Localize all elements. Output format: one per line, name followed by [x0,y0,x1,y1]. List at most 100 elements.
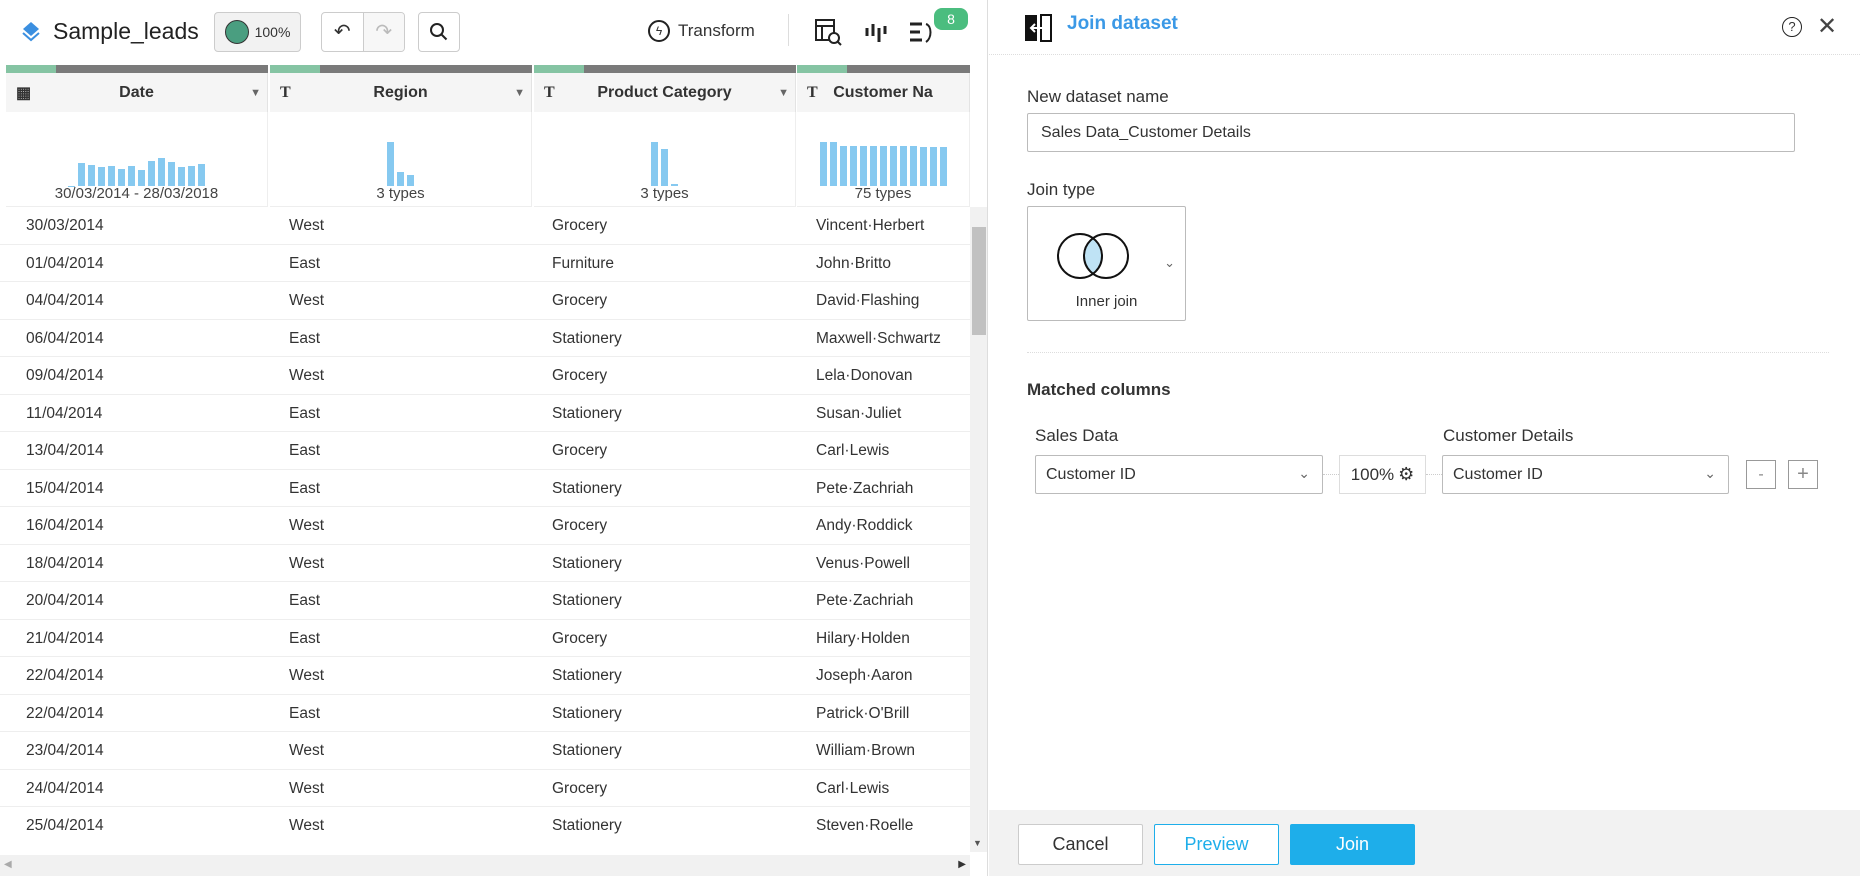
table-row[interactable]: 30/03/2014 West Grocery Vincent·Herbert [0,207,970,245]
histogram-bar[interactable] [158,158,165,186]
quality-value: 100% [254,24,291,40]
table-row[interactable]: 11/04/2014 East Stationery Susan·Juliet [0,395,970,432]
histogram-bar[interactable] [108,165,115,186]
histogram-bar[interactable] [651,142,658,186]
column-header[interactable]: ▦ Date ▼ [6,73,268,112]
histogram-bar[interactable] [148,161,155,186]
column-menu-arrow[interactable]: ▼ [250,87,261,99]
section-divider [1027,352,1829,353]
column-menu-arrow[interactable]: ▼ [778,87,789,99]
column-name: Region [373,83,428,101]
histogram-bar[interactable] [919,147,927,186]
redo-button[interactable]: ↷ [363,13,404,51]
scroll-left-arrow[interactable]: ◀ [4,859,12,870]
histogram-bar[interactable] [118,168,125,186]
scroll-right-arrow[interactable]: ▶ [958,859,966,870]
column-summary: 30/03/2014 - 28/03/2018 [54,185,219,202]
join-type-select[interactable]: ⌄ Inner join [1027,206,1186,321]
steps-count-badge: 8 [934,8,968,30]
undo-button[interactable]: ↶ [322,13,364,51]
horizontal-scrollbar[interactable]: ◀ ▶ [0,855,970,876]
preview-button[interactable]: Preview [1154,824,1279,865]
search-icon [430,23,448,41]
histogram-bar[interactable] [138,170,145,186]
table-cell: Hilary·Holden [816,629,910,647]
table-row[interactable]: 04/04/2014 West Grocery David·Flashing [0,282,970,320]
help-icon[interactable]: ? [1782,17,1802,37]
table-cell: 18/04/2014 [26,554,104,572]
table-cell: 09/04/2014 [26,367,104,384]
table-row[interactable]: 09/04/2014 West Grocery Lela·Donovan [0,357,970,395]
table-cell: Grocery [552,442,608,459]
table-row[interactable]: 22/04/2014 East Stationery Patrick·O'Brill [0,695,970,732]
search-button[interactable] [418,12,460,52]
table-row[interactable]: 23/04/2014 West Stationery William·Brown [0,732,970,770]
histogram-bar[interactable] [869,146,877,186]
histogram-bar[interactable] [78,163,85,186]
layers-icon [19,20,43,44]
table-cell: East [289,629,321,647]
table-row[interactable]: 01/04/2014 East Furniture John·Britto [0,245,970,282]
histogram-bar[interactable] [909,146,917,186]
chart-icon[interactable] [864,20,890,44]
histogram-bar[interactable] [899,146,907,186]
column-histogram: 30/03/2014 - 28/03/2018 [6,112,268,207]
table-cell: West [289,742,325,759]
histogram-bar[interactable] [98,166,105,186]
histogram-bar[interactable] [188,165,195,186]
table-row[interactable]: 16/04/2014 West Grocery Andy·Roddick [0,507,970,545]
table-row[interactable]: 20/04/2014 East Stationery Pete·Zachriah [0,582,970,620]
table-row[interactable]: 24/04/2014 West Grocery Carl·Lewis [0,770,970,807]
left-column-select[interactable]: Customer ID ⌄ [1035,455,1323,494]
right-column-select[interactable]: Customer ID ⌄ [1442,455,1729,494]
histogram-bar[interactable] [859,145,867,186]
scroll-down-arrow[interactable]: ▼ [973,838,982,848]
histogram-bar[interactable] [178,166,185,186]
column-summary: 3 types [640,185,689,202]
vertical-scrollbar[interactable]: ▼ [970,207,987,852]
left-dataset-label: Sales Data [1035,426,1119,445]
histogram-bar[interactable] [849,145,857,186]
table-row[interactable]: 22/04/2014 West Stationery Joseph·Aaron [0,657,970,695]
cancel-button[interactable]: Cancel [1018,824,1143,865]
histogram-bar[interactable] [829,142,837,186]
histogram-bar[interactable] [397,172,404,186]
table-row[interactable]: 15/04/2014 East Stationery Pete·Zachriah [0,470,970,507]
table-row[interactable]: 06/04/2014 East Stationery Maxwell·Schwartz [0,320,970,357]
close-icon[interactable]: ✕ [1817,12,1837,41]
join-button[interactable]: Join [1290,824,1415,865]
add-match-button[interactable]: + [1788,460,1818,489]
histogram-bar[interactable] [88,165,95,186]
table-cell: David·Flashing [816,292,920,309]
transform-button[interactable]: ϟ Transform [648,20,755,42]
histogram-bar[interactable] [889,146,897,186]
column-header[interactable]: T Product Category ▼ [534,73,796,112]
steps-history-icon[interactable] [908,20,936,46]
table-cell: Stationery [552,592,622,609]
table-cell: Stationery [552,554,622,572]
table-row[interactable]: 13/04/2014 East Grocery Carl·Lewis [0,432,970,470]
column-quality-bar [6,65,268,73]
column-menu-arrow[interactable]: ▼ [514,87,525,99]
histogram-bar[interactable] [839,145,847,186]
column-header[interactable]: T Customer Na [797,73,970,112]
dataset-name-input[interactable] [1027,113,1795,152]
histogram-bar[interactable] [168,162,175,186]
column-header[interactable]: T Region ▼ [270,73,532,112]
histogram-bar[interactable] [661,148,668,186]
match-percentage-button[interactable]: 100% ⚙ [1339,455,1426,494]
remove-match-button[interactable]: - [1746,460,1776,489]
histogram-bar[interactable] [128,165,135,186]
histogram-bar[interactable] [929,147,937,186]
table-search-icon[interactable] [814,18,842,46]
vertical-scroll-thumb[interactable] [972,227,986,335]
histogram-bar[interactable] [939,147,947,186]
table-row[interactable]: 18/04/2014 West Stationery Venus·Powell [0,545,970,582]
histogram-bar[interactable] [387,142,394,186]
histogram-bar[interactable] [819,142,827,186]
column-name: Customer Na [833,83,933,101]
histogram-bar[interactable] [879,146,887,186]
table-row[interactable]: 21/04/2014 East Grocery Hilary·Holden [0,620,970,657]
histogram-bar[interactable] [198,164,205,186]
quality-button[interactable]: 100% [214,12,301,52]
